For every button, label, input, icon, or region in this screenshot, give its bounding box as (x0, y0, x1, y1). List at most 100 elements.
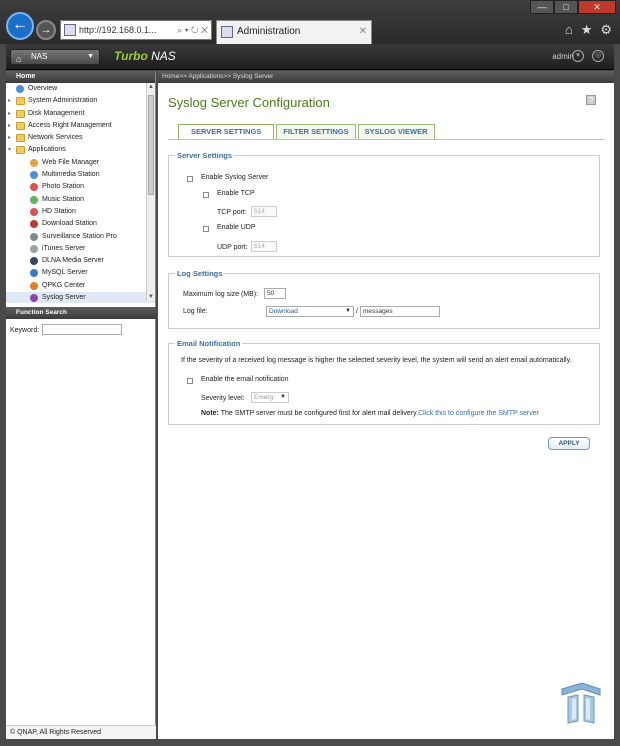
tree-item-label: DLNA Media Server (42, 257, 104, 265)
apply-button[interactable]: APPLY (548, 437, 590, 450)
severity-level-select[interactable]: Emerg ▼ (251, 392, 289, 403)
brand-sub: NAS (151, 49, 176, 63)
overview-icon (16, 85, 24, 93)
enable-syslog-label: Enable Syslog Server (201, 174, 269, 181)
note-text: The SMTP server must be configured first… (220, 410, 419, 417)
tree-item-label: Applications (28, 146, 66, 154)
browser-tab[interactable]: Administration ✕ (216, 20, 372, 44)
qpkg-center-icon (30, 281, 38, 290)
tab-server-settings[interactable]: SERVER SETTINGS (178, 124, 275, 140)
function-search-header: Function Search (6, 307, 156, 319)
user-menu-icon[interactable]: ▾ (572, 50, 584, 62)
tree-item-surveillance-station-pro[interactable]: Surveillance Station Pro (6, 231, 155, 243)
tab-filter-settings[interactable]: FILTER SETTINGS (276, 124, 356, 139)
tree-item-label: MySQL Server (42, 269, 88, 277)
tab-page-icon (221, 26, 233, 38)
enable-syslog-checkbox[interactable] (187, 176, 193, 182)
log-file-label: Log file: (183, 308, 208, 315)
tree-item-qpkg-center[interactable]: QPKG Center (6, 280, 155, 292)
close-window-button[interactable]: ✕ (578, 0, 616, 14)
email-description: If the severity of a received log messag… (181, 357, 572, 364)
max-log-size-input[interactable]: 50 (264, 288, 286, 299)
tree-item-mysql-server[interactable]: MySQL Server (6, 267, 155, 279)
browser-chrome: — □ ✕ ← → http://192.168.0.1... ⌕ ▾ ↻ ✕ … (0, 0, 620, 44)
scroll-thumb[interactable] (148, 95, 154, 195)
left-panel: Home Overview ▸ System Administration ▸ Disk… (6, 71, 156, 739)
tree-item-syslog-server[interactable]: Syslog Server (6, 292, 155, 303)
multimedia-station-icon (30, 171, 38, 180)
address-controls[interactable]: ⌕ ▾ ↻ ✕ (177, 21, 208, 39)
configure-smtp-link[interactable]: Click this to configure the SMTP server (418, 410, 539, 417)
tcp-port-input[interactable]: 514 (251, 206, 277, 217)
log-file-name-input[interactable]: messages (360, 306, 440, 317)
enable-tcp-checkbox[interactable] (203, 192, 209, 198)
tree-item-multimedia-station[interactable]: Multimedia Station (6, 169, 155, 181)
chevron-down-icon: ▼ (345, 308, 351, 314)
smtp-note: Note: The SMTP server must be configured… (201, 410, 539, 417)
enable-email-checkbox[interactable] (187, 378, 193, 384)
web-file-manager-icon (30, 158, 38, 167)
log-folder-select[interactable]: Download ▼ (266, 306, 354, 317)
maximize-button[interactable]: □ (554, 0, 578, 14)
minimize-button[interactable]: — (530, 0, 554, 14)
itunes-server-icon (30, 244, 38, 253)
tree-item-label: HD Station (42, 207, 76, 215)
folder-icon (16, 109, 25, 118)
chevron-down-icon: ▼ (280, 394, 286, 400)
enable-udp-checkbox[interactable] (203, 226, 209, 232)
log-folder-value: Download (269, 308, 298, 315)
forward-button[interactable]: → (36, 20, 56, 40)
address-bar[interactable]: http://192.168.0.1... ⌕ ▾ ↻ ✕ (60, 20, 212, 40)
tree-item-itunes-server[interactable]: iTunes Server (6, 243, 155, 255)
tab-divider (168, 139, 604, 140)
expand-icon[interactable]: ▸ (8, 120, 11, 132)
enable-tcp-label: Enable TCP (217, 190, 255, 197)
tree-item-hd-station[interactable]: HD Station (6, 206, 155, 218)
gear-icon[interactable]: ⚙ (600, 22, 612, 38)
tree-item-photo-station[interactable]: Photo Station (6, 181, 155, 193)
main-content: Home>> Applications>> Syslog Server Sysl… (158, 71, 614, 739)
tree-item-label: System Administration (28, 97, 98, 105)
tree-scrollbar[interactable]: ▲ ▼ (146, 83, 155, 301)
expand-icon[interactable]: ▸ (8, 95, 11, 107)
tree-item-label: Photo Station (42, 183, 85, 191)
tree-item-network-services[interactable]: ▸ Network Services (6, 132, 155, 144)
max-log-size-label: Maximum log size (MB): (183, 291, 259, 298)
tree-item-music-station[interactable]: Music Station (6, 194, 155, 206)
tree-item-web-file-manager[interactable]: Web File Manager (6, 157, 155, 169)
keyword-input[interactable] (42, 324, 122, 335)
tree-item-system-administration[interactable]: ▸ System Administration (6, 95, 155, 107)
expand-icon[interactable]: ▸ (8, 108, 11, 120)
tree-item-access-right-management[interactable]: ▸ Access Right Management (6, 120, 155, 132)
tree-item-dlna-media-server[interactable]: DLNA Media Server (6, 255, 155, 267)
scroll-down-icon[interactable]: ▼ (147, 293, 155, 301)
server-settings-group: Server Settings Enable Syslog Server Ena… (168, 151, 600, 257)
email-notification-legend: Email Notification (177, 339, 241, 348)
nas-menu-button[interactable]: ⌂ NAS ▼ (10, 49, 100, 65)
house-icon: ⌂ (16, 54, 22, 64)
back-button[interactable]: ← (6, 12, 34, 40)
udp-port-input[interactable]: 514 (251, 241, 277, 252)
globe-icon[interactable]: ◎ (592, 50, 604, 62)
scroll-up-icon[interactable]: ▲ (147, 83, 155, 91)
home-icon[interactable]: ⌂ (565, 22, 573, 38)
star-icon[interactable]: ★ (581, 22, 593, 38)
user-name: admin (552, 52, 574, 61)
tab-title: Administration (237, 26, 301, 37)
tab-syslog-viewer[interactable]: SYSLOG VIEWER (357, 124, 435, 139)
tab-close-icon[interactable]: ✕ (359, 21, 367, 43)
expand-icon[interactable]: ▾ (8, 144, 11, 156)
download-station-icon (30, 220, 38, 229)
photo-station-icon (30, 183, 38, 192)
expand-icon[interactable]: ▸ (8, 132, 11, 144)
enable-email-label: Enable the email notification (201, 376, 289, 383)
folder-icon (16, 121, 25, 130)
help-icon[interactable]: ? (586, 95, 596, 105)
note-bold: Note: (201, 410, 219, 417)
tree-item-overview[interactable]: Overview (6, 83, 155, 95)
tree-item-download-station[interactable]: Download Station (6, 218, 155, 230)
tree-item-disk-management[interactable]: ▸ Disk Management (6, 108, 155, 120)
tree-item-applications[interactable]: ▾ Applications (6, 144, 155, 156)
mysql-server-icon (30, 269, 38, 278)
page-icon (64, 24, 76, 36)
